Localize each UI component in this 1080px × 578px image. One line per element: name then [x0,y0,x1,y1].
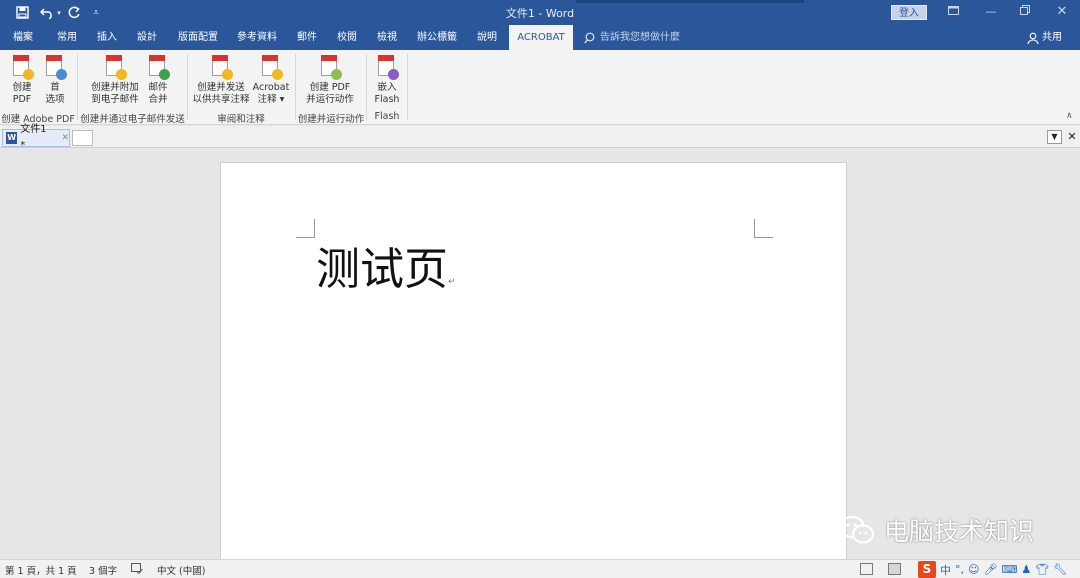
ribbon-display-icon[interactable] [943,4,963,20]
run-action-icon [318,54,342,80]
email-attach-icon [103,54,127,80]
preferences-icon [43,54,67,80]
preferences-label-2: 选项 [45,94,65,105]
flash-icon [375,54,399,80]
emoji-icon[interactable]: ☺ [968,563,979,576]
tab-design[interactable]: 設計 [132,25,162,50]
document-canvas: 测试页↵ 电脑技术知识 [0,149,1080,559]
tab-home[interactable]: 常用 [52,25,82,50]
title-strip [576,0,804,3]
language[interactable]: 中文 (中國) [157,563,205,577]
person-icon [1027,32,1039,44]
keyboard-icon[interactable]: ⌨ [1001,563,1017,576]
tab-references[interactable]: 參考資料 [233,25,281,50]
watermark: 电脑技术知识 [838,510,1034,550]
status-bar: 第 1 頁，共 1 頁 3 個字 中文 (中國) S 中 °, ☺ 🎤︎ ⌨ ♟… [0,559,1080,578]
mail-merge-label-2: 合并 [148,94,168,105]
close-tab-icon[interactable]: ✕ [61,130,69,146]
create-pdf-label-1: 创建 [12,82,32,93]
tab-layout[interactable]: 版面配置 [174,25,222,50]
lightbulb-icon [584,32,595,43]
run-action-label-1: 创建 PDF [309,82,351,93]
shared-review-icon [209,54,233,80]
tab-office-tab[interactable]: 辦公標籤 [412,25,462,50]
page-count[interactable]: 第 1 頁，共 1 頁 [5,563,77,577]
create-attach-label-2: 到电子邮件 [91,94,139,105]
tab-help[interactable]: 說明 [472,25,502,50]
document-tab[interactable]: W 文件1 * ✕ [2,124,70,151]
margin-corner-top-left [296,219,315,238]
close-document-icon[interactable]: ✕ [1065,130,1079,144]
tab-list-dropdown-icon[interactable]: ▼ [1047,130,1062,144]
create-attach-label-1: 创建并附加 [91,82,139,93]
tab-insert[interactable]: 插入 [92,25,122,50]
mail-merge-label-1: 邮件 [148,82,168,93]
wechat-logo-icon [838,515,876,545]
minimize-icon[interactable]: — [981,4,1001,20]
collapse-ribbon-icon[interactable]: ∧ [1066,111,1073,121]
create-pdf-button[interactable]: 创建 PDF [6,54,38,106]
punctuation-icon[interactable]: °, [955,563,964,576]
new-tab-button[interactable] [72,130,93,146]
group-separator [407,54,408,120]
tab-review[interactable]: 校閱 [332,25,362,50]
run-action-label-2: 并运行动作 [306,94,354,105]
tell-me-box[interactable]: 告訴我您想做什麼 [584,25,680,50]
ime-mode[interactable]: 中 [940,562,951,578]
print-layout-icon[interactable] [888,563,901,575]
close-icon[interactable]: ✕ [1052,4,1072,20]
paragraph-mark: ↵ [448,277,456,287]
read-mode-icon[interactable] [860,563,873,575]
embed-flash-label-1: 嵌入 [377,82,397,93]
document-tab-strip: W 文件1 * ✕ ▼ ✕ [0,124,1080,151]
create-send-review-button[interactable]: 创建并发送 以供共享注释 [190,54,252,106]
tab-view[interactable]: 檢視 [372,25,402,50]
title-bar: ▾ ⩡ 文件1 - Word 登入 — ✕ [0,0,1080,25]
tell-me-text: 告訴我您想做什麼 [600,32,680,43]
comment-icon [259,54,283,80]
user-icon[interactable]: ♟ [1021,563,1031,576]
restore-icon[interactable] [1015,4,1035,20]
create-pdf-label-2: PDF [12,94,32,105]
sogou-logo-icon[interactable]: S [918,561,936,578]
mail-merge-button[interactable]: 邮件 合并 [144,54,172,106]
ime-toolbar: S 中 °, ☺ 🎤︎ ⌨ ♟ 👕︎ 🔧︎ [916,560,1080,578]
ribbon-tabs: 檔案 常用 插入 設計 版面配置 參考資料 郵件 校閱 檢視 辦公標籤 說明 A… [0,25,1080,50]
tab-mailings[interactable]: 郵件 [292,25,322,50]
preferences-button[interactable]: 首 选项 [40,54,70,106]
create-attach-email-button[interactable]: 创建并附加 到电子邮件 [88,54,142,106]
group-label-email: 创建并通过电子邮件发送 [80,114,185,125]
microphone-icon[interactable]: 🎤︎ [983,563,997,576]
acrobat-ribbon: 创建 PDF 首 选项 创建并附加 到电子邮件 邮件 合并 创建并发送 以供共享… [0,50,1080,125]
wrench-icon[interactable]: 🔧︎ [1053,563,1067,576]
body-text-content: 测试页 [316,244,448,295]
tab-acrobat[interactable]: ACROBAT [509,25,573,50]
preferences-label-1: 首 [50,82,60,93]
acrobat-comments-label-2: 注释 ▾ [257,94,285,105]
acrobat-comments-button[interactable]: Acrobat 注释 ▾ [251,54,291,106]
proofing-icon[interactable] [131,563,143,577]
group-label-actions: 创建并运行动作 [297,114,365,125]
acrobat-comments-label-1: Acrobat [252,82,290,93]
share-button[interactable]: 共用 [1027,25,1062,50]
mail-merge-icon [146,54,170,80]
group-label-flash: Flash [374,111,400,122]
share-label: 共用 [1042,32,1062,43]
send-review-label-1: 创建并发送 [197,82,245,93]
group-label-review: 审阅和注释 [217,114,265,125]
embed-flash-label-2: Flash [374,94,400,105]
watermark-text: 电脑技术知识 [884,517,1035,546]
margin-corner-top-right [754,219,773,238]
embed-flash-button[interactable]: 嵌入 Flash [371,54,403,106]
skin-icon[interactable]: 👕︎ [1035,563,1049,576]
document-body-text[interactable]: 测试页↵ [316,243,456,309]
send-review-label-2: 以供共享注释 [192,94,250,105]
create-pdf-run-action-button[interactable]: 创建 PDF 并运行动作 [302,54,358,106]
signin-button[interactable]: 登入 [891,5,927,20]
document-page[interactable]: 测试页↵ [220,162,847,559]
word-doc-icon: W [6,132,18,144]
create-pdf-icon [10,54,34,80]
word-count[interactable]: 3 個字 [89,563,117,577]
tab-file[interactable]: 檔案 [7,25,39,50]
